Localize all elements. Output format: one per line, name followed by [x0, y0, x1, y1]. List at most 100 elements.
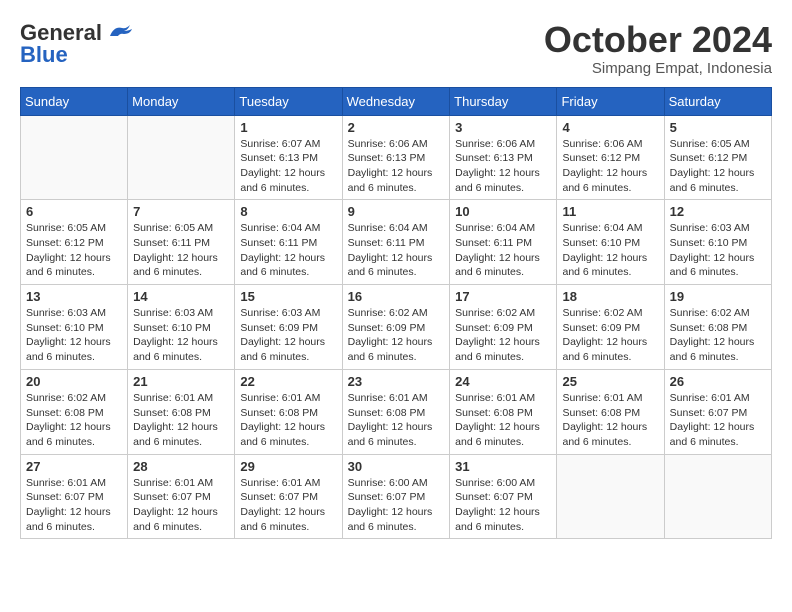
calendar-cell: 4 Sunrise: 6:06 AMSunset: 6:12 PMDaylight…: [557, 115, 664, 200]
calendar-cell: 11 Sunrise: 6:04 AMSunset: 6:10 PMDayligh…: [557, 200, 664, 285]
calendar-cell: [128, 115, 235, 200]
calendar-cell: 28Sunrise: 6:01 AMSunset: 6:07 PMDayligh…: [128, 454, 235, 539]
day-number: 15: [240, 289, 336, 304]
day-number: 21: [133, 374, 229, 389]
cell-info: Sunrise: 6:04 AMSunset: 6:11 PMDaylight:…: [348, 221, 445, 280]
weekday-wednesday: Wednesday: [342, 87, 450, 115]
day-number: 6: [26, 204, 122, 219]
weekday-tuesday: Tuesday: [235, 87, 342, 115]
day-number: 8: [240, 204, 336, 219]
day-number: 24: [455, 374, 551, 389]
calendar-cell: [21, 115, 128, 200]
calendar-table: SundayMondayTuesdayWednesdayThursdayFrid…: [20, 87, 772, 540]
calendar-body: 1 Sunrise: 6:07 AMSunset: 6:13 PMDaylight…: [21, 115, 772, 539]
day-number: 10: [455, 204, 551, 219]
calendar-cell: 27 Sunrise: 6:01 AMSunset: 6:07 PMDayligh…: [21, 454, 128, 539]
cell-info: Sunrise: 6:01 AMSunset: 6:08 PMDaylight:…: [348, 391, 445, 450]
calendar-cell: 7 Sunrise: 6:05 AMSunset: 6:11 PMDaylight…: [128, 200, 235, 285]
calendar-cell: 8 Sunrise: 6:04 AMSunset: 6:11 PMDaylight…: [235, 200, 342, 285]
calendar-cell: 21 Sunrise: 6:01 AMSunset: 6:08 PMDayligh…: [128, 369, 235, 454]
month-title: October 2024: [544, 20, 772, 60]
day-number: 23: [348, 374, 445, 389]
cell-info: Sunrise: 6:06 AMSunset: 6:13 PMDaylight:…: [348, 137, 445, 196]
weekday-thursday: Thursday: [450, 87, 557, 115]
weekday-sunday: Sunday: [21, 87, 128, 115]
cell-info: Sunrise: 6:01 AMSunset: 6:08 PMDaylight:…: [133, 391, 229, 450]
title-section: October 2024 Simpang Empat, Indonesia: [544, 20, 772, 77]
day-number: 19: [670, 289, 766, 304]
day-number: 12: [670, 204, 766, 219]
day-number: 29: [240, 459, 336, 474]
cell-info: Sunrise: 6:06 AMSunset: 6:12 PMDaylight:…: [562, 137, 658, 196]
calendar-cell: 23 Sunrise: 6:01 AMSunset: 6:08 PMDayligh…: [342, 369, 450, 454]
cell-info: Sunrise: 6:01 AMSunset: 6:08 PMDaylight:…: [455, 391, 551, 450]
day-number: 26: [670, 374, 766, 389]
day-number: 4: [562, 120, 658, 135]
calendar-cell: 10 Sunrise: 6:04 AMSunset: 6:11 PMDayligh…: [450, 200, 557, 285]
weekday-saturday: Saturday: [664, 87, 771, 115]
day-number: 18: [562, 289, 658, 304]
cell-info: Sunrise: 6:04 AMSunset: 6:11 PMDaylight:…: [240, 221, 336, 280]
calendar-cell: 1 Sunrise: 6:07 AMSunset: 6:13 PMDaylight…: [235, 115, 342, 200]
page-header: General Blue October 2024 Simpang Empat,…: [20, 20, 772, 77]
calendar-cell: 30Sunrise: 6:00 AMSunset: 6:07 PMDayligh…: [342, 454, 450, 539]
calendar-cell: 20Sunrise: 6:02 AMSunset: 6:08 PMDayligh…: [21, 369, 128, 454]
logo: General Blue: [20, 20, 134, 68]
cell-info: Sunrise: 6:05 AMSunset: 6:12 PMDaylight:…: [26, 221, 122, 280]
calendar-cell: 12Sunrise: 6:03 AMSunset: 6:10 PMDayligh…: [664, 200, 771, 285]
weekday-friday: Friday: [557, 87, 664, 115]
day-number: 13: [26, 289, 122, 304]
calendar-cell: 22Sunrise: 6:01 AMSunset: 6:08 PMDayligh…: [235, 369, 342, 454]
day-number: 9: [348, 204, 445, 219]
calendar-cell: 3Sunrise: 6:06 AMSunset: 6:13 PMDaylight…: [450, 115, 557, 200]
cell-info: Sunrise: 6:05 AMSunset: 6:12 PMDaylight:…: [670, 137, 766, 196]
calendar-cell: 18 Sunrise: 6:02 AMSunset: 6:09 PMDayligh…: [557, 285, 664, 370]
calendar-cell: 26 Sunrise: 6:01 AMSunset: 6:07 PMDayligh…: [664, 369, 771, 454]
day-number: 20: [26, 374, 122, 389]
day-number: 7: [133, 204, 229, 219]
calendar-cell: 6 Sunrise: 6:05 AMSunset: 6:12 PMDaylight…: [21, 200, 128, 285]
calendar-cell: 31 Sunrise: 6:00 AMSunset: 6:07 PMDayligh…: [450, 454, 557, 539]
week-row-3: 13 Sunrise: 6:03 AMSunset: 6:10 PMDayligh…: [21, 285, 772, 370]
cell-info: Sunrise: 6:03 AMSunset: 6:09 PMDaylight:…: [240, 306, 336, 365]
calendar-cell: 13 Sunrise: 6:03 AMSunset: 6:10 PMDayligh…: [21, 285, 128, 370]
cell-info: Sunrise: 6:03 AMSunset: 6:10 PMDaylight:…: [26, 306, 122, 365]
day-number: 27: [26, 459, 122, 474]
day-number: 14: [133, 289, 229, 304]
cell-info: Sunrise: 6:01 AMSunset: 6:07 PMDaylight:…: [26, 476, 122, 535]
calendar-cell: 25Sunrise: 6:01 AMSunset: 6:08 PMDayligh…: [557, 369, 664, 454]
day-number: 2: [348, 120, 445, 135]
weekday-header-row: SundayMondayTuesdayWednesdayThursdayFrid…: [21, 87, 772, 115]
day-number: 31: [455, 459, 551, 474]
week-row-1: 1 Sunrise: 6:07 AMSunset: 6:13 PMDaylight…: [21, 115, 772, 200]
cell-info: Sunrise: 6:00 AMSunset: 6:07 PMDaylight:…: [455, 476, 551, 535]
location-subtitle: Simpang Empat, Indonesia: [544, 60, 772, 77]
calendar-cell: 19 Sunrise: 6:02 AMSunset: 6:08 PMDayligh…: [664, 285, 771, 370]
cell-info: Sunrise: 6:02 AMSunset: 6:09 PMDaylight:…: [348, 306, 445, 365]
calendar-cell: 24 Sunrise: 6:01 AMSunset: 6:08 PMDayligh…: [450, 369, 557, 454]
calendar-cell: 16Sunrise: 6:02 AMSunset: 6:09 PMDayligh…: [342, 285, 450, 370]
cell-info: Sunrise: 6:01 AMSunset: 6:07 PMDaylight:…: [670, 391, 766, 450]
cell-info: Sunrise: 6:01 AMSunset: 6:08 PMDaylight:…: [240, 391, 336, 450]
cell-info: Sunrise: 6:02 AMSunset: 6:09 PMDaylight:…: [562, 306, 658, 365]
day-number: 11: [562, 204, 658, 219]
day-number: 30: [348, 459, 445, 474]
cell-info: Sunrise: 6:04 AMSunset: 6:10 PMDaylight:…: [562, 221, 658, 280]
calendar-cell: 2 Sunrise: 6:06 AMSunset: 6:13 PMDaylight…: [342, 115, 450, 200]
cell-info: Sunrise: 6:03 AMSunset: 6:10 PMDaylight:…: [133, 306, 229, 365]
calendar-cell: 5Sunrise: 6:05 AMSunset: 6:12 PMDaylight…: [664, 115, 771, 200]
cell-info: Sunrise: 6:01 AMSunset: 6:07 PMDaylight:…: [133, 476, 229, 535]
cell-info: Sunrise: 6:07 AMSunset: 6:13 PMDaylight:…: [240, 137, 336, 196]
calendar-cell: 17Sunrise: 6:02 AMSunset: 6:09 PMDayligh…: [450, 285, 557, 370]
day-number: 1: [240, 120, 336, 135]
calendar-cell: 9 Sunrise: 6:04 AMSunset: 6:11 PMDaylight…: [342, 200, 450, 285]
cell-info: Sunrise: 6:05 AMSunset: 6:11 PMDaylight:…: [133, 221, 229, 280]
cell-info: Sunrise: 6:02 AMSunset: 6:09 PMDaylight:…: [455, 306, 551, 365]
day-number: 3: [455, 120, 551, 135]
cell-info: Sunrise: 6:02 AMSunset: 6:08 PMDaylight:…: [670, 306, 766, 365]
calendar-cell: 29Sunrise: 6:01 AMSunset: 6:07 PMDayligh…: [235, 454, 342, 539]
cell-info: Sunrise: 6:04 AMSunset: 6:11 PMDaylight:…: [455, 221, 551, 280]
calendar-cell: [664, 454, 771, 539]
week-row-5: 27 Sunrise: 6:01 AMSunset: 6:07 PMDayligh…: [21, 454, 772, 539]
weekday-monday: Monday: [128, 87, 235, 115]
